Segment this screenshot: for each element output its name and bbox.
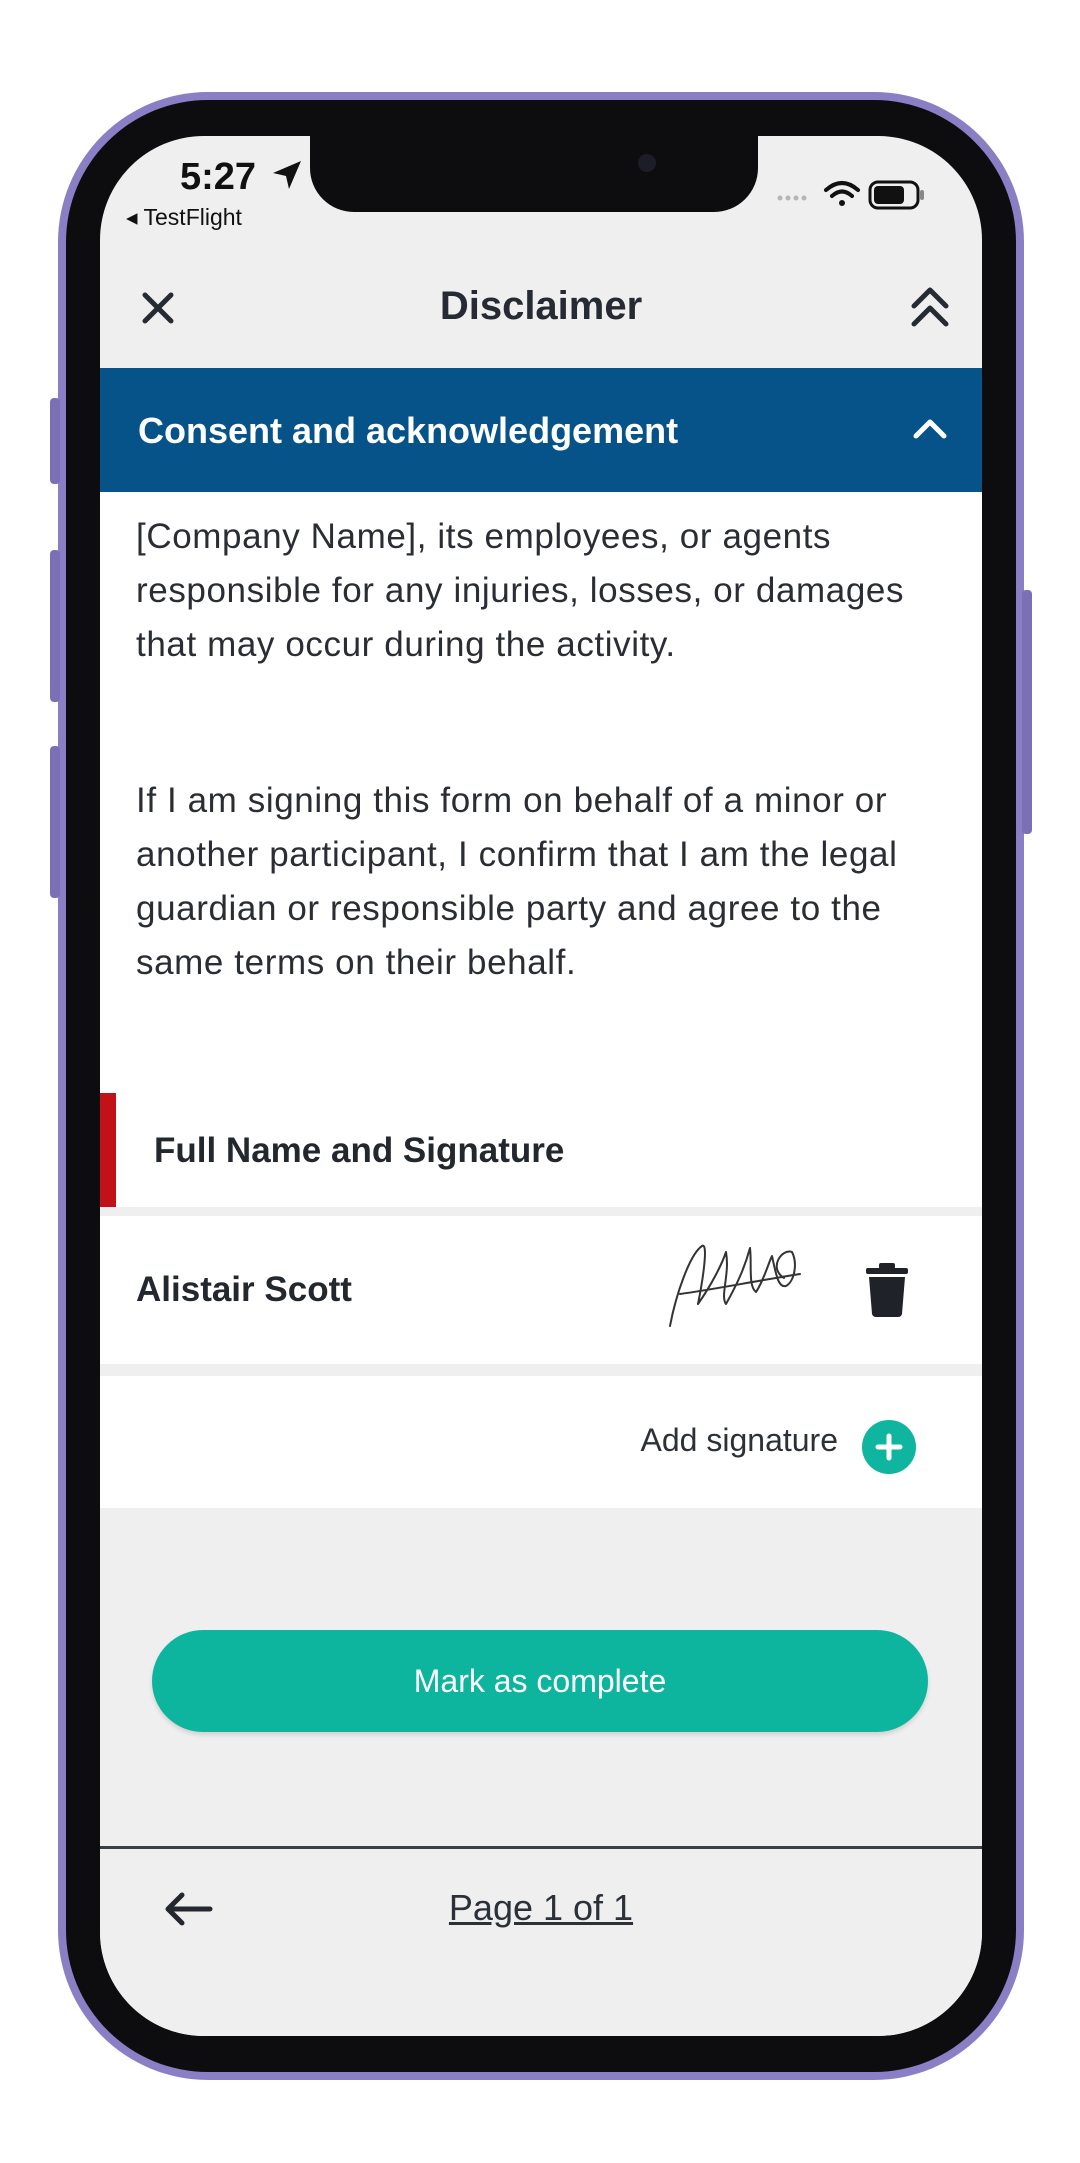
mark-as-complete-button[interactable]: Mark as complete [152, 1630, 928, 1732]
signer-name: Alistair Scott [136, 1270, 352, 1309]
mute-switch [50, 398, 60, 484]
section-title: Consent and acknowledgement [138, 410, 679, 451]
required-marker [100, 1093, 116, 1207]
status-time: 5:27 [180, 156, 257, 198]
signature-image[interactable] [660, 1234, 810, 1332]
page-title: Disclaimer [439, 284, 643, 328]
trash-icon[interactable] [862, 1262, 912, 1318]
volume-down-button [50, 746, 60, 898]
status-icons [777, 180, 924, 210]
front-camera [638, 154, 656, 172]
paragraph: [Company Name], its employees, or agents… [136, 517, 905, 664]
signature-section-title: Full Name and Signature [154, 1131, 565, 1170]
signal-dots-icon [777, 195, 807, 201]
section-header[interactable]: Consent and acknowledgement [100, 368, 982, 492]
footer-bar: Page 1 of 1 [100, 1846, 982, 2036]
signature-section-header: Full Name and Signature [100, 1093, 982, 1207]
notch [310, 136, 758, 212]
app-screen: 5:27 ◂ TestFlight Disclaimer Consent and… [100, 136, 982, 2036]
top-nav-bar: Disclaimer [100, 252, 982, 364]
paragraph: If I am signing this form on behalf of a… [136, 781, 898, 982]
add-signature-row[interactable]: Add signature [100, 1376, 982, 1508]
signature-row[interactable]: Alistair Scott [100, 1216, 982, 1364]
location-arrow-icon [273, 161, 301, 189]
power-button [1022, 590, 1032, 834]
volume-up-button [50, 550, 60, 702]
wifi-icon [824, 181, 860, 206]
page-indicator[interactable]: Page 1 of 1 [100, 1887, 982, 1929]
back-to-testflight-link[interactable]: ◂ TestFlight [126, 204, 242, 231]
chevron-up-icon[interactable] [906, 408, 954, 448]
add-signature-button[interactable] [862, 1420, 916, 1474]
plus-icon [875, 1433, 903, 1461]
battery-icon [868, 180, 924, 210]
add-signature-label[interactable]: Add signature [641, 1422, 838, 1459]
double-chevron-up-icon[interactable] [900, 276, 960, 340]
